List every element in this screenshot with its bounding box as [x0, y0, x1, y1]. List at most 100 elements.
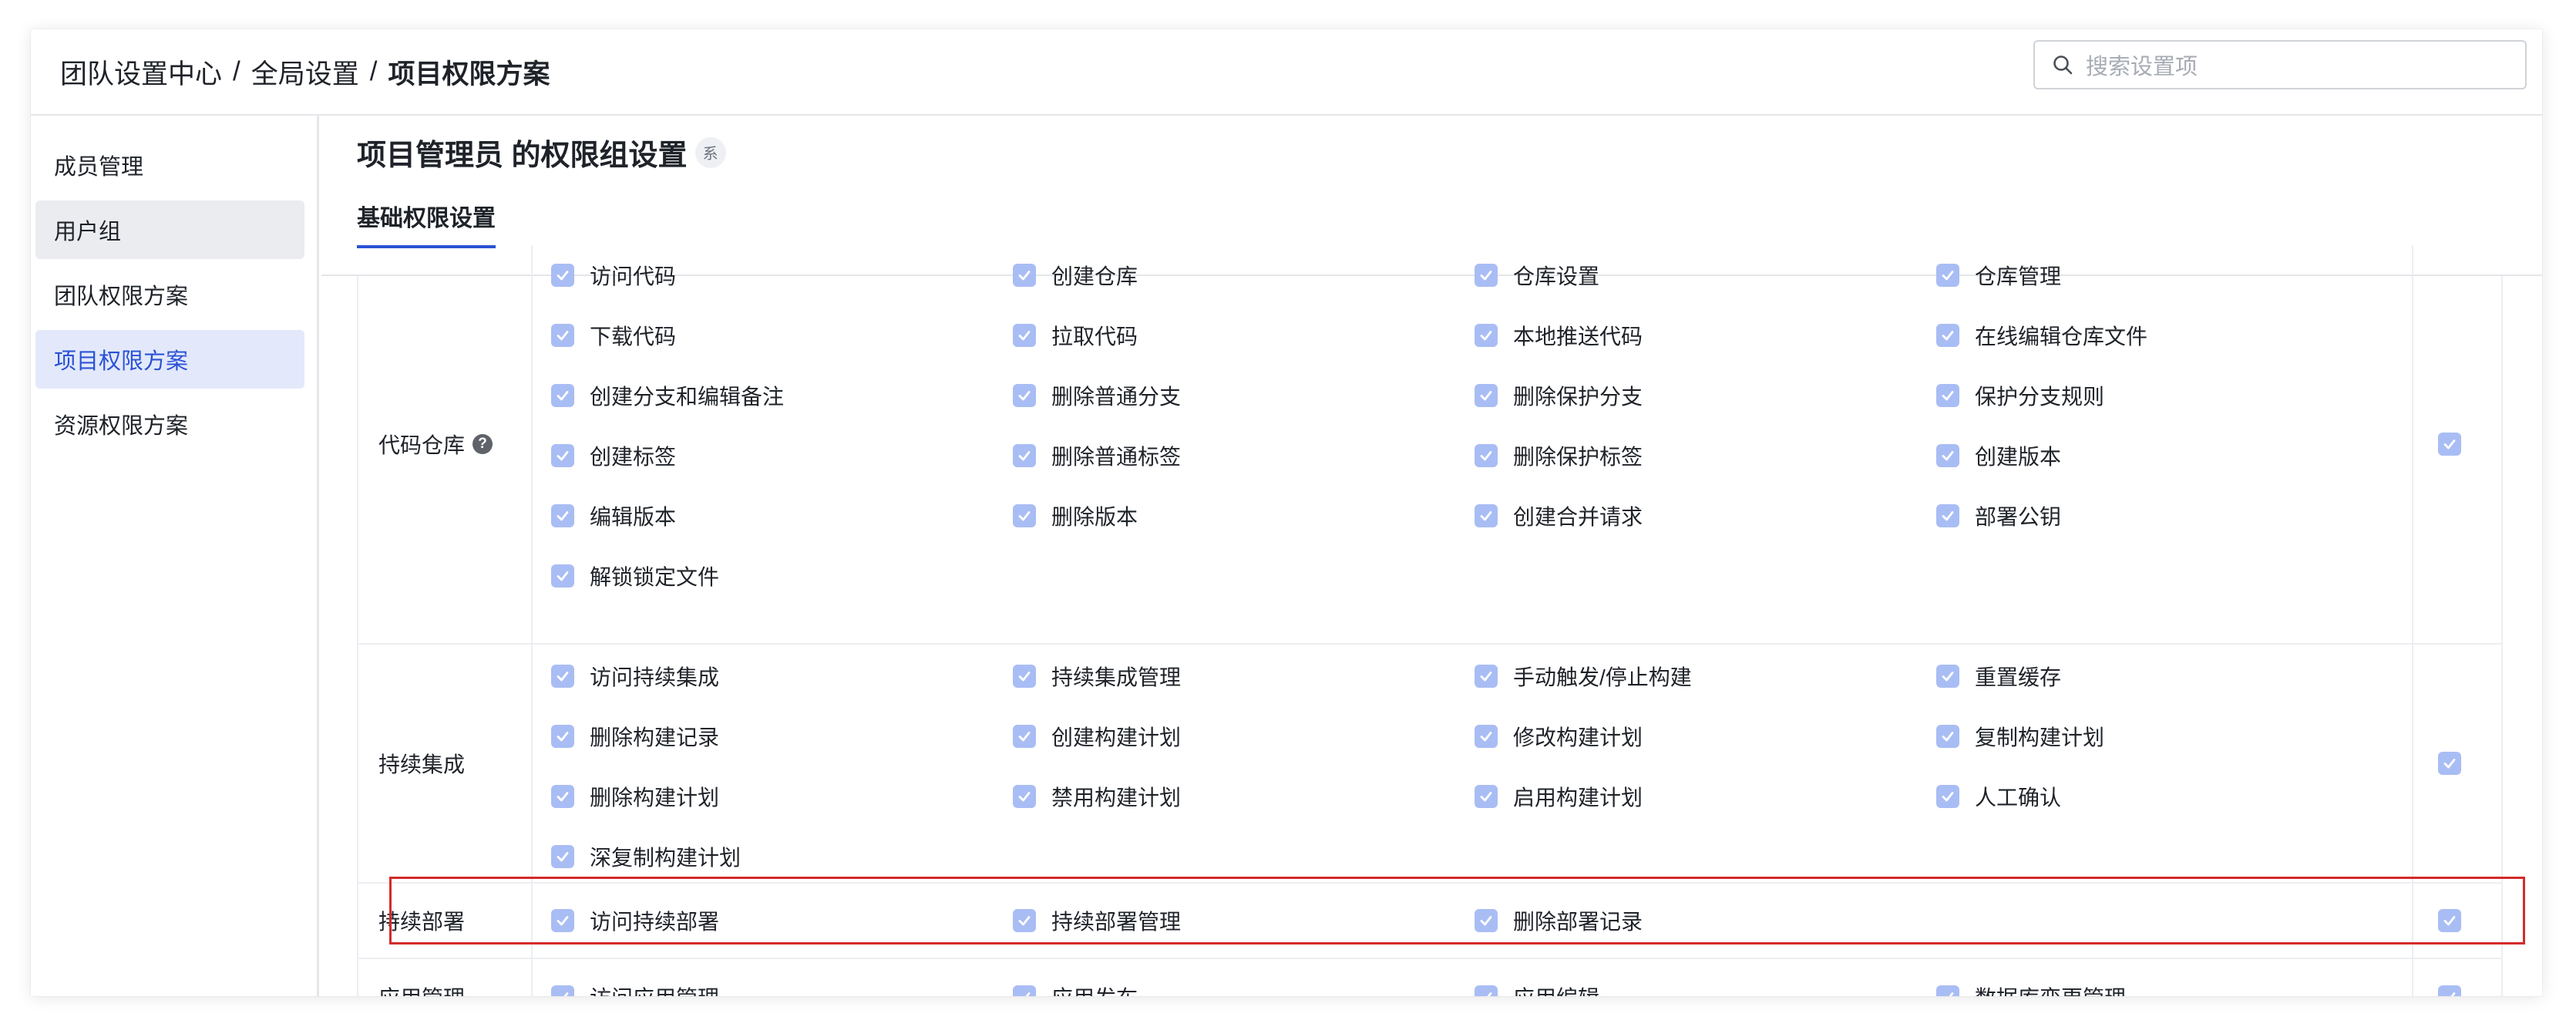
checkbox[interactable]: [1013, 725, 1036, 748]
checkbox[interactable]: [1013, 384, 1036, 407]
permission-checkbox[interactable]: 访问持续集成: [551, 655, 719, 697]
select-all-checkbox[interactable]: [2438, 433, 2461, 456]
permission-checkbox[interactable]: 仓库设置: [1475, 254, 1599, 296]
permission-checkbox[interactable]: 编辑版本: [551, 495, 676, 537]
breadcrumb-team-settings[interactable]: 团队设置中心: [60, 52, 222, 92]
checkbox[interactable]: [1936, 725, 1959, 748]
permission-checkbox[interactable]: 部署公钥: [1936, 495, 2061, 537]
checkbox[interactable]: [551, 845, 574, 868]
checkbox[interactable]: [1475, 324, 1498, 347]
permission-checkbox[interactable]: 创建分支和编辑备注: [551, 375, 784, 416]
permission-checkbox[interactable]: 创建标签: [551, 435, 676, 476]
checkbox[interactable]: [1475, 264, 1498, 287]
checkbox[interactable]: [1013, 504, 1036, 527]
permission-checkbox[interactable]: 删除构建计划: [551, 776, 719, 817]
sidebar-item-members[interactable]: 成员管理: [35, 136, 304, 194]
permission-checkbox[interactable]: 删除普通标签: [1013, 435, 1181, 476]
select-all-checkbox[interactable]: [2438, 752, 2461, 775]
checkbox[interactable]: [1936, 985, 1959, 996]
check-icon: [1018, 451, 1031, 461]
permission-checkbox[interactable]: 复制构建计划: [1936, 716, 2104, 757]
permission-checkbox[interactable]: 本地推送代码: [1475, 315, 1643, 356]
checkbox[interactable]: [1475, 444, 1498, 467]
checkbox[interactable]: [1013, 264, 1036, 287]
permission-checkbox[interactable]: 数据库变更管理: [1936, 982, 2126, 996]
permission-checkbox[interactable]: 创建仓库: [1013, 254, 1138, 296]
checkbox[interactable]: [1936, 785, 1959, 808]
checkbox[interactable]: [551, 504, 574, 527]
permission-checkbox[interactable]: 保护分支规则: [1936, 375, 2104, 416]
breadcrumb-global-settings[interactable]: 全局设置: [251, 52, 359, 92]
permission-checkbox[interactable]: 删除构建记录: [551, 716, 719, 757]
permission-checkbox[interactable]: 拉取代码: [1013, 315, 1138, 356]
permission-checkbox[interactable]: 创建合并请求: [1475, 495, 1643, 537]
checkbox[interactable]: [1475, 665, 1498, 688]
checkbox[interactable]: [551, 909, 574, 932]
checkbox[interactable]: [1013, 985, 1036, 996]
permission-checkbox[interactable]: 删除普通分支: [1013, 375, 1181, 416]
permission-checkbox[interactable]: 启用构建计划: [1475, 776, 1643, 817]
sidebar-item-resource-permissions[interactable]: 资源权限方案: [35, 395, 304, 453]
tab-basic-permissions[interactable]: 基础权限设置: [357, 199, 496, 248]
help-icon[interactable]: ?: [472, 434, 493, 454]
checkbox[interactable]: [1475, 909, 1498, 932]
permission-checkbox[interactable]: 仓库管理: [1936, 254, 2061, 296]
search-input[interactable]: 搜索设置项: [2033, 40, 2527, 89]
checkbox[interactable]: [551, 665, 574, 688]
sidebar-item-user-groups[interactable]: 用户组: [35, 200, 304, 259]
checkbox[interactable]: [1013, 444, 1036, 467]
permission-checkbox[interactable]: 深复制构建计划: [551, 836, 741, 877]
checkbox[interactable]: [551, 384, 574, 407]
checkbox[interactable]: [551, 444, 574, 467]
sidebar-item-team-permissions[interactable]: 团队权限方案: [35, 265, 304, 324]
permission-checkbox[interactable]: 删除版本: [1013, 495, 1138, 537]
checkbox[interactable]: [1013, 665, 1036, 688]
checkbox[interactable]: [1475, 985, 1498, 996]
checkbox[interactable]: [551, 985, 574, 996]
permission-checkbox[interactable]: 访问持续部署: [551, 905, 719, 936]
checkbox[interactable]: [1936, 444, 1959, 467]
checkbox[interactable]: [1936, 324, 1959, 347]
permission-checkbox[interactable]: 访问应用管理: [551, 982, 719, 996]
permission-checkbox[interactable]: 下载代码: [551, 315, 676, 356]
check-icon: [1018, 672, 1031, 682]
permission-checkbox[interactable]: 重置缓存: [1936, 655, 2061, 697]
permission-checkbox[interactable]: 禁用构建计划: [1013, 776, 1181, 817]
permission-checkbox[interactable]: 解锁锁定文件: [551, 555, 719, 597]
permission-checkbox[interactable]: 应用发布: [1013, 982, 1138, 996]
checkbox[interactable]: [551, 564, 574, 588]
checkbox[interactable]: [1013, 785, 1036, 808]
permission-checkbox[interactable]: 删除保护标签: [1475, 435, 1643, 476]
checkbox[interactable]: [551, 785, 574, 808]
checkbox[interactable]: [1936, 384, 1959, 407]
permission-checkbox[interactable]: 人工确认: [1936, 776, 2061, 817]
sidebar-item-project-permissions[interactable]: 项目权限方案: [35, 330, 304, 389]
permission-checkbox[interactable]: 创建版本: [1936, 435, 2061, 476]
permission-checkbox[interactable]: 手动触发/停止构建: [1475, 655, 1692, 697]
select-all-checkbox[interactable]: [2438, 909, 2461, 932]
checkbox[interactable]: [551, 264, 574, 287]
checkbox[interactable]: [1475, 725, 1498, 748]
permission-checkbox[interactable]: 持续集成管理: [1013, 655, 1181, 697]
permission-checkbox[interactable]: 持续部署管理: [1013, 905, 1181, 936]
permission-checkbox[interactable]: 创建构建计划: [1013, 716, 1181, 757]
permission-checkbox[interactable]: 修改构建计划: [1475, 716, 1643, 757]
checkbox[interactable]: [551, 725, 574, 748]
select-all-checkbox[interactable]: [2438, 985, 2461, 996]
permission-checkbox[interactable]: 删除保护分支: [1475, 375, 1643, 416]
checkbox[interactable]: [1475, 785, 1498, 808]
checkbox[interactable]: [1475, 504, 1498, 527]
permission-label: 人工确认: [1975, 786, 2062, 810]
permission-checkbox[interactable]: 在线编辑仓库文件: [1936, 315, 2147, 356]
permission-checkbox[interactable]: 删除部署记录: [1475, 905, 1643, 936]
checkbox[interactable]: [1936, 665, 1959, 688]
permission-checkbox[interactable]: 访问代码: [551, 254, 676, 296]
checkbox[interactable]: [1013, 324, 1036, 347]
checkbox[interactable]: [1013, 909, 1036, 932]
checkbox[interactable]: [1936, 504, 1959, 527]
checkbox[interactable]: [1936, 264, 1959, 287]
permission-checkbox[interactable]: 应用编辑: [1475, 982, 1599, 996]
checkbox[interactable]: [1475, 384, 1498, 407]
checkbox[interactable]: [551, 324, 574, 347]
check-icon: [1018, 511, 1031, 521]
